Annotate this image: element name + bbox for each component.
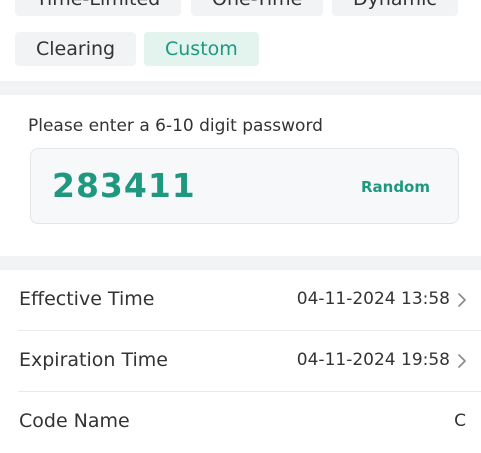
chip-time-limited[interactable]: Time-Limited [15, 0, 182, 16]
effective-time-row[interactable]: Effective Time 04-11-2024 13:58 [0, 270, 481, 331]
password-field[interactable]: 283411 Random [30, 148, 459, 224]
code-name-label: Code Name [19, 410, 130, 432]
password-hint: Please enter a 6-10 digit password [28, 116, 323, 136]
code-name-value[interactable]: C [454, 411, 466, 431]
expiration-time-value: 04-11-2024 19:58 [296, 350, 450, 370]
chip-one-time[interactable]: One-Time [191, 0, 324, 16]
password-section: Please enter a 6-10 digit password 28341… [0, 95, 481, 256]
chevron-right-icon [458, 354, 466, 368]
chip-custom[interactable]: Custom [144, 32, 259, 66]
code-type-selector: Time-Limited One-Time Dynamic Clearing C… [0, 0, 481, 81]
effective-time-label: Effective Time [19, 288, 155, 310]
chip-dynamic[interactable]: Dynamic [332, 0, 458, 16]
random-button[interactable]: Random [361, 178, 430, 196]
settings-list: Effective Time 04-11-2024 13:58 Expirati… [0, 270, 481, 453]
expiration-time-label: Expiration Time [19, 349, 168, 371]
password-value[interactable]: 283411 [52, 166, 196, 205]
effective-time-value: 04-11-2024 13:58 [296, 289, 450, 309]
chip-clearing[interactable]: Clearing [15, 32, 137, 66]
chevron-right-icon [458, 293, 466, 307]
expiration-time-row[interactable]: Expiration Time 04-11-2024 19:58 [0, 331, 481, 392]
code-name-row[interactable]: Code Name C [0, 392, 481, 453]
